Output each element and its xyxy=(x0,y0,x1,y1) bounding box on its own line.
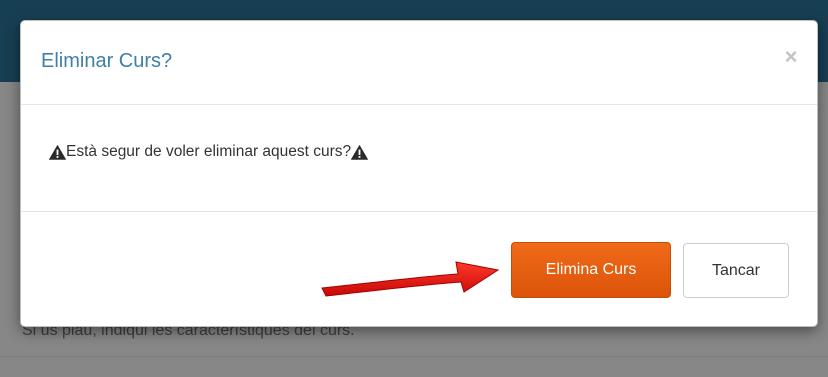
modal-header: Eliminar Curs? × xyxy=(21,21,817,105)
modal-message: Està segur de voler eliminar aquest curs… xyxy=(66,143,352,160)
warning-icon xyxy=(49,144,66,160)
arrow-annotation-icon xyxy=(318,252,508,307)
modal-body: Està segur de voler eliminar aquest curs… xyxy=(21,105,817,212)
modal-title: Eliminar Curs? xyxy=(41,50,173,72)
delete-course-button[interactable]: Elimina Curs xyxy=(511,242,671,298)
close-icon[interactable]: × xyxy=(779,45,803,69)
background-divider xyxy=(0,356,828,357)
warning-icon xyxy=(351,144,369,160)
modal-message-row: Està segur de voler eliminar aquest curs… xyxy=(49,143,369,161)
close-button[interactable]: Tancar xyxy=(683,243,789,298)
